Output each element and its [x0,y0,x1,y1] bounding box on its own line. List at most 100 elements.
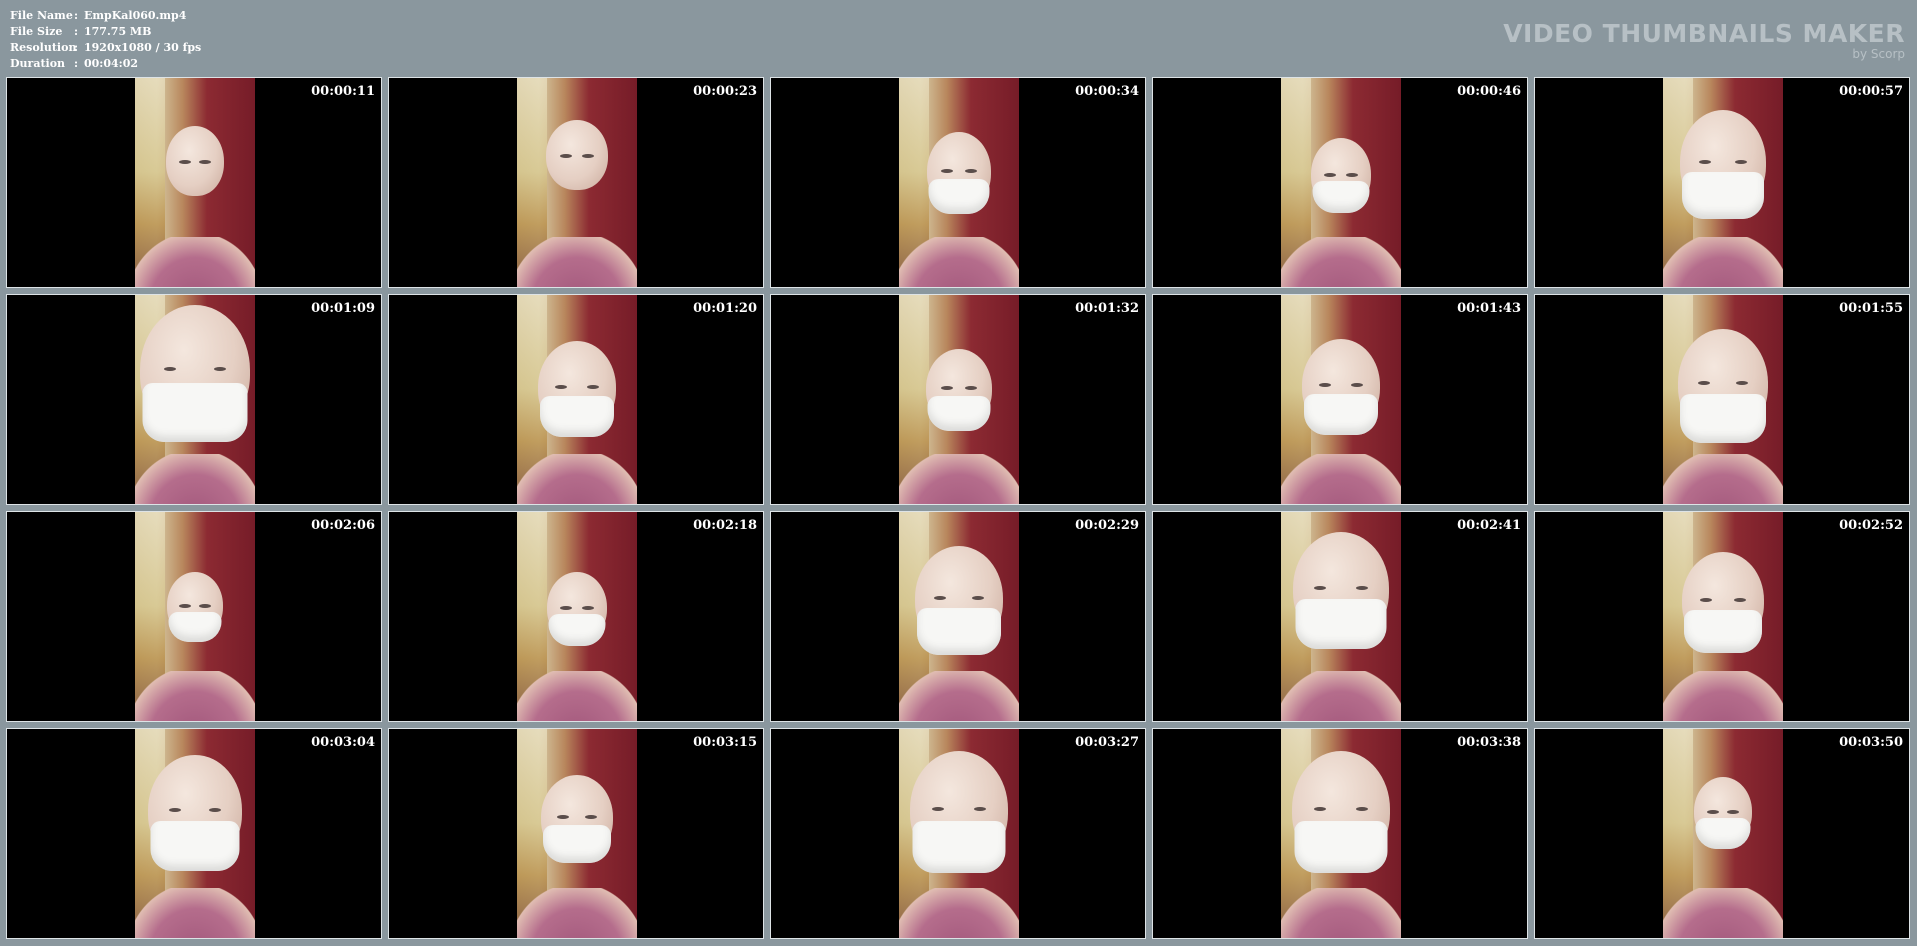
eye [974,806,987,811]
video-frame [899,512,1019,721]
timestamp: 00:00:34 [1075,84,1139,99]
thumbnail: 00:02:29 [770,511,1146,722]
eye [209,807,222,812]
file-size-value: 177.75 MB [84,25,152,38]
video-frame [1281,295,1401,504]
resolution-label: Resolution [10,41,77,54]
shoulders [517,888,637,938]
thumbnail: 00:02:52 [1534,511,1910,722]
thumbnail: 00:02:06 [6,511,382,722]
face-mask [912,821,1006,873]
shoulders [1663,454,1783,504]
brand-by: by Scorp [1852,47,1905,61]
thumbnail: 00:00:34 [770,77,1146,288]
eye [559,153,572,158]
eye [1700,598,1713,603]
resolution-row: Resolution:1920x1080 / 30 fps [10,41,202,54]
video-frame [135,729,255,938]
timestamp: 00:03:27 [1075,735,1139,750]
timestamp: 00:02:29 [1075,518,1139,533]
video-frame [1663,295,1783,504]
timestamp: 00:01:32 [1075,301,1139,316]
file-size-row: File Size:177.75 MB [10,25,152,38]
timestamp: 00:00:11 [311,84,375,99]
eye [965,386,978,391]
face-mask [917,608,1001,655]
eye [164,367,177,372]
face-mask [1304,394,1378,435]
shoulders [899,454,1019,504]
shoulders [1281,237,1401,287]
video-frame [1663,729,1783,938]
shoulders [1281,888,1401,938]
timestamp: 00:02:52 [1839,518,1903,533]
video-frame [1663,512,1783,721]
video-frame [899,295,1019,504]
face-mask [1695,818,1751,849]
duration-value: 00:04:02 [84,57,139,70]
eye [1735,159,1748,164]
duration-row: Duration:00:04:02 [10,57,139,70]
eye [581,605,594,610]
file-size-label: File Size [10,25,63,38]
eye [198,603,211,608]
face-mask [150,821,240,871]
face-mask [1312,181,1370,213]
face-mask [543,825,611,863]
face-mask [1295,599,1387,649]
video-frame [1281,512,1401,721]
eye [1356,806,1369,811]
video-frame [1281,78,1401,287]
eye [178,159,191,164]
eye [1319,383,1332,388]
eye [941,169,954,174]
face-mask [1682,172,1764,219]
eye [1706,809,1719,814]
thumbnail: 00:03:38 [1152,728,1528,939]
thumbnail: 00:01:32 [770,294,1146,505]
eye [1324,172,1337,177]
thumbnail: 00:02:41 [1152,511,1528,722]
file-info: File Name: EmpKal060.mp4 File Size:177.75… [10,8,201,72]
shoulders [899,237,1019,287]
video-frame [517,512,637,721]
brand-watermark: VIDEO THUMBNAILS MAKER by Scorp [1503,19,1905,61]
eye [971,595,984,600]
video-frame [517,729,637,938]
brand-title: VIDEO THUMBNAILS MAKER [1503,19,1905,48]
eye [555,385,568,390]
thumbnail: 00:01:55 [1534,294,1910,505]
timestamp: 00:01:09 [311,301,375,316]
shoulders [517,671,637,721]
eye [931,806,944,811]
timestamp: 00:01:20 [693,301,757,316]
timestamp: 00:03:15 [693,735,757,750]
thumbnail: 00:03:04 [6,728,382,939]
shoulders [1663,888,1783,938]
timestamp: 00:00:46 [1457,84,1521,99]
video-frame [517,295,637,504]
shoulders [1663,671,1783,721]
eye [585,815,598,820]
timestamp: 00:00:23 [693,84,757,99]
eye [199,159,212,164]
duration-label: Duration [10,57,66,70]
timestamp: 00:02:18 [693,518,757,533]
face-mask [142,383,248,442]
timestamp: 00:03:50 [1839,735,1903,750]
file-name-row: File Name: EmpKal060.mp4 [10,9,187,22]
video-frame [517,78,637,287]
shoulders [135,671,255,721]
resolution-value: 1920x1080 / 30 fps [84,41,202,54]
thumbnail: 00:03:50 [1534,728,1910,939]
face-mask [548,614,606,646]
eye [1313,806,1326,811]
eye [1733,598,1746,603]
face-mask [540,396,614,437]
thumbnail: 00:02:18 [388,511,764,722]
shoulders [517,454,637,504]
thumbnail: 00:00:23 [388,77,764,288]
shoulders [1281,671,1401,721]
file-name-label: File Name [10,9,73,22]
timestamp: 00:02:41 [1457,518,1521,533]
